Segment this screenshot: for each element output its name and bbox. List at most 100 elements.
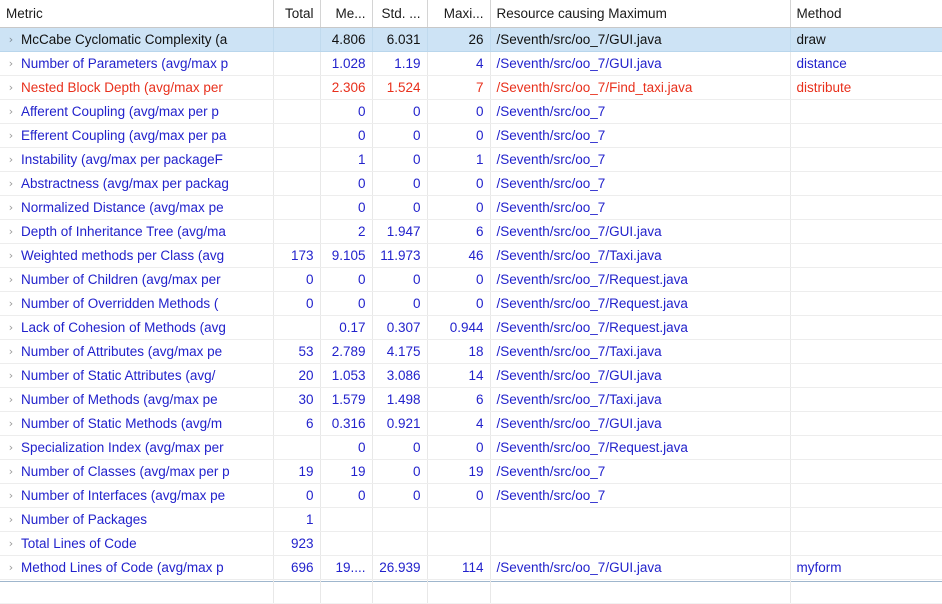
table-row[interactable]: › Number of Static Attributes (avg/20 1.05…: [0, 363, 942, 388]
metric-label: Number of Interfaces (avg/max pe: [21, 488, 226, 503]
method-cell: [790, 339, 942, 364]
table-body: › McCabe Cyclomatic Complexity (a 4.806 6.0…: [0, 27, 942, 604]
table-row[interactable]: › Number of Static Methods (avg/m 6 0.316 0.…: [0, 411, 942, 436]
table-row[interactable]: › Number of Methods (avg/max pe 30 1.579 1.4…: [0, 387, 942, 412]
metric-name-cell[interactable]: › Depth of Inheritance Tree (avg/ma: [0, 219, 274, 244]
method-cell: [790, 123, 942, 148]
table-row[interactable]: › Normalized Distance (avg/max pe 0 0 0/Seve…: [0, 195, 942, 220]
std-dev-cell: [372, 531, 428, 556]
metric-name-cell[interactable]: › Specialization Index (avg/max per: [0, 435, 274, 460]
metric-name-cell[interactable]: › Method Lines of Code (avg/max p: [0, 555, 274, 580]
metric-name-cell[interactable]: › Number of Classes (avg/max per p: [0, 459, 274, 484]
chevron-right-icon[interactable]: ›: [4, 316, 18, 339]
metric-name-cell[interactable]: › Number of Methods (avg/max pe: [0, 387, 274, 412]
total-cell: 173: [273, 243, 321, 268]
metric-name-cell[interactable]: › Normalized Distance (avg/max pe: [0, 195, 274, 220]
column-header-total[interactable]: Total: [273, 0, 321, 28]
chevron-right-icon[interactable]: ›: [4, 532, 18, 555]
column-header-metric[interactable]: Metric: [0, 0, 274, 28]
chevron-right-icon[interactable]: ›: [4, 124, 18, 147]
metric-name-cell[interactable]: › Number of Static Methods (avg/m: [0, 411, 274, 436]
table-row[interactable]: › Nested Block Depth (avg/max per 2.306 1.5…: [0, 75, 942, 100]
metric-name-cell[interactable]: › McCabe Cyclomatic Complexity (a: [0, 27, 274, 52]
std-dev-cell: 0: [372, 123, 428, 148]
table-row[interactable]: › Number of Parameters (avg/max p 1.028 1.1…: [0, 51, 942, 76]
chevron-right-icon[interactable]: ›: [4, 460, 18, 483]
metric-name-cell[interactable]: › Number of Children (avg/max per: [0, 267, 274, 292]
chevron-right-icon[interactable]: ›: [4, 388, 18, 411]
mean-cell: 1.053: [320, 363, 373, 388]
table-row[interactable]: › McCabe Cyclomatic Complexity (a 4.806 6.0…: [0, 27, 942, 52]
table-row[interactable]: › Depth of Inheritance Tree (avg/ma 2 1.947…: [0, 219, 942, 244]
table-row[interactable]: › Specialization Index (avg/max per 0 0 0/Se…: [0, 435, 942, 460]
table-row[interactable]: › Afferent Coupling (avg/max per p 0 0 0/Sev…: [0, 99, 942, 124]
column-header-mean[interactable]: Me...: [320, 0, 373, 28]
mean-cell: 0.316: [320, 411, 373, 436]
mean-cell: 0.17: [320, 315, 373, 340]
chevron-right-icon[interactable]: ›: [4, 556, 18, 579]
resource-cell: /Seventh/src/oo_7: [490, 195, 791, 220]
chevron-right-icon[interactable]: ›: [4, 172, 18, 195]
table-row[interactable]: › Number of Attributes (avg/max pe 53 2.789…: [0, 339, 942, 364]
chevron-right-icon[interactable]: ›: [4, 28, 18, 51]
chevron-right-icon[interactable]: ›: [4, 196, 18, 219]
total-cell: 923: [273, 531, 321, 556]
metric-name-cell[interactable]: › Total Lines of Code: [0, 531, 274, 556]
chevron-right-icon[interactable]: ›: [4, 220, 18, 243]
total-cell: 20: [273, 363, 321, 388]
column-header-std[interactable]: Std. ...: [372, 0, 428, 28]
table-row[interactable]: › Number of Children (avg/max per 0 0 0 0/Sev…: [0, 267, 942, 292]
chevron-right-icon[interactable]: ›: [4, 412, 18, 435]
chevron-right-icon[interactable]: ›: [4, 340, 18, 363]
metric-name-cell[interactable]: › Weighted methods per Class (avg: [0, 243, 274, 268]
total-cell: [273, 147, 321, 172]
column-header-maximum[interactable]: Maxi...: [427, 0, 491, 28]
chevron-right-icon[interactable]: ›: [4, 244, 18, 267]
table-row[interactable]: › Number of Classes (avg/max per p 19 19 0 19…: [0, 459, 942, 484]
table-row[interactable]: › Efferent Coupling (avg/max per pa 0 0 0/Se…: [0, 123, 942, 148]
resource-cell: /Seventh/src/oo_7/GUI.java: [490, 51, 791, 76]
table-row[interactable]: › Number of Packages 1: [0, 507, 942, 532]
chevron-right-icon[interactable]: ›: [4, 292, 18, 315]
column-header-row: Metric Total Me... Std. ... Maxi... Reso…: [0, 0, 942, 28]
table-row[interactable]: › Total Lines of Code 923: [0, 531, 942, 556]
resource-cell: /Seventh/src/oo_7/GUI.java: [490, 363, 791, 388]
total-cell: 53: [273, 339, 321, 364]
table-row[interactable]: › Lack of Cohesion of Methods (avg 0.17 0.3…: [0, 315, 942, 340]
table-row[interactable]: › Number of Overridden Methods (0 0 0 0/Seve…: [0, 291, 942, 316]
chevron-right-icon[interactable]: ›: [4, 364, 18, 387]
metric-name-cell[interactable]: › Number of Overridden Methods (: [0, 291, 274, 316]
mean-cell: 1.579: [320, 387, 373, 412]
metric-name-cell[interactable]: › Lack of Cohesion of Methods (avg: [0, 315, 274, 340]
table-row[interactable]: › Weighted methods per Class (avg 173 9.105…: [0, 243, 942, 268]
chevron-right-icon[interactable]: ›: [4, 148, 18, 171]
chevron-right-icon[interactable]: ›: [4, 268, 18, 291]
metric-label: McCabe Cyclomatic Complexity (a: [21, 32, 228, 47]
table-row[interactable]: › Method Lines of Code (avg/max p 696 19...…: [0, 555, 942, 580]
chevron-right-icon[interactable]: ›: [4, 436, 18, 459]
total-cell: [273, 219, 321, 244]
chevron-right-icon[interactable]: ›: [4, 100, 18, 123]
total-cell: [273, 123, 321, 148]
metric-name-cell[interactable]: › Efferent Coupling (avg/max per pa: [0, 123, 274, 148]
metric-name-cell[interactable]: › Abstractness (avg/max per packag: [0, 171, 274, 196]
chevron-right-icon[interactable]: ›: [4, 508, 18, 531]
chevron-right-icon[interactable]: ›: [4, 484, 18, 507]
chevron-right-icon[interactable]: ›: [4, 76, 18, 99]
metric-name-cell[interactable]: › Nested Block Depth (avg/max per: [0, 75, 274, 100]
metric-name-cell[interactable]: › Instability (avg/max per packageF: [0, 147, 274, 172]
table-row[interactable]: › Abstractness (avg/max per packag 0 0 0/Sev…: [0, 171, 942, 196]
column-header-resource[interactable]: Resource causing Maximum: [490, 0, 791, 28]
column-header-method[interactable]: Method: [790, 0, 942, 28]
table-row[interactable]: › Number of Interfaces (avg/max pe 0 0 0 0/Se…: [0, 483, 942, 508]
maximum-cell: 0: [427, 123, 491, 148]
metric-name-cell[interactable]: › Number of Attributes (avg/max pe: [0, 339, 274, 364]
metric-name-cell[interactable]: › Number of Packages: [0, 507, 274, 532]
chevron-right-icon[interactable]: ›: [4, 52, 18, 75]
metric-name-cell[interactable]: › Number of Interfaces (avg/max pe: [0, 483, 274, 508]
std-dev-cell: 0.307: [372, 315, 428, 340]
metric-name-cell[interactable]: › Number of Parameters (avg/max p: [0, 51, 274, 76]
metric-name-cell[interactable]: › Afferent Coupling (avg/max per p: [0, 99, 274, 124]
metric-name-cell[interactable]: › Number of Static Attributes (avg/: [0, 363, 274, 388]
table-row[interactable]: › Instability (avg/max per packageF 1 0 1/Se…: [0, 147, 942, 172]
